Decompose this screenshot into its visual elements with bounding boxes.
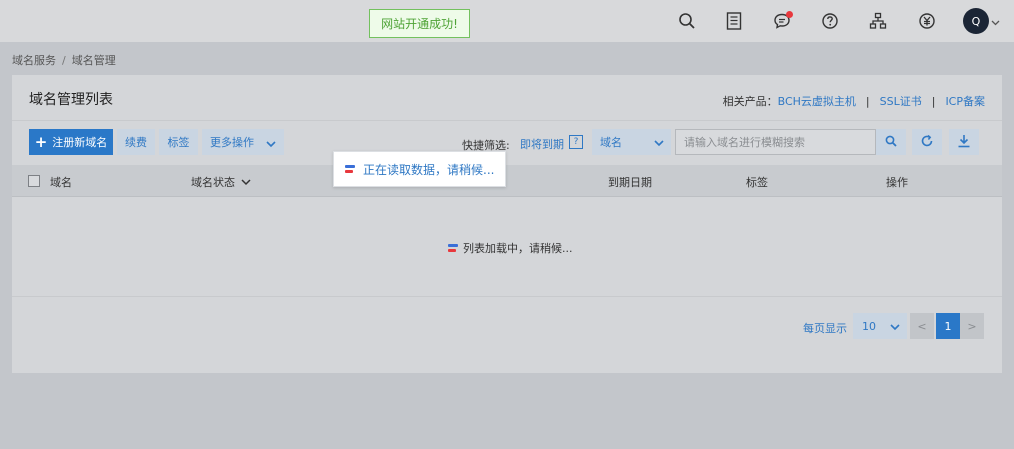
search-icon xyxy=(885,135,897,150)
per-page-value: 10 xyxy=(862,319,876,333)
loading-icon xyxy=(345,165,355,173)
notification-dot xyxy=(786,11,793,18)
link-bch-hosting[interactable]: BCH云虚拟主机 xyxy=(778,93,856,109)
loading-popup: 正在读取数据，请稍候... xyxy=(333,151,506,187)
register-domain-label: 注册新域名 xyxy=(52,136,108,149)
prev-page-button[interactable]: < xyxy=(910,313,934,339)
divider xyxy=(12,296,1002,297)
page-button-current[interactable]: 1 xyxy=(936,313,960,339)
breadcrumb-separator: / xyxy=(62,54,66,67)
download-button[interactable] xyxy=(949,129,979,155)
chevron-down-icon xyxy=(654,137,664,150)
divider xyxy=(12,120,1002,121)
table-header: 域名 域名状态 到期日期 标签 操作 xyxy=(12,165,1002,196)
select-all-checkbox[interactable] xyxy=(28,175,40,187)
avatar[interactable]: Q xyxy=(963,8,989,34)
chevron-down-icon xyxy=(890,321,900,334)
breadcrumb-item-domain-management: 域名管理 xyxy=(71,54,116,67)
next-page-button[interactable]: > xyxy=(960,313,984,339)
network-icon[interactable] xyxy=(867,10,889,32)
column-header-status[interactable]: 域名状态 xyxy=(191,174,251,190)
page-title: 域名管理列表 xyxy=(29,92,113,108)
plus-icon: + xyxy=(34,132,48,151)
loading-icon xyxy=(448,244,458,252)
chevron-down-icon xyxy=(266,138,276,151)
divider xyxy=(12,196,1002,197)
search-field-select-value: 域名 xyxy=(600,136,622,149)
column-header-status-label: 域名状态 xyxy=(191,176,235,189)
column-header-domain: 域名 xyxy=(50,176,72,189)
link-separator: | xyxy=(931,94,936,108)
link-separator: | xyxy=(865,94,870,108)
billing-icon[interactable] xyxy=(916,10,938,32)
top-bar: 网站开通成功! Q xyxy=(0,0,1014,42)
chevron-down-icon[interactable] xyxy=(991,16,1000,29)
domain-list-panel: 域名管理列表 相关产品： BCH云虚拟主机 | SSL证书 | ICP备案 + 注… xyxy=(12,75,1002,373)
link-ssl-certificate[interactable]: SSL证书 xyxy=(880,93,922,109)
help-icon[interactable]: ? xyxy=(569,135,583,149)
renew-button[interactable]: 续费 xyxy=(117,129,155,155)
avatar-letter: Q xyxy=(971,14,981,28)
success-toast: 网站开通成功! xyxy=(369,9,470,38)
link-icp-filing[interactable]: ICP备案 xyxy=(945,93,985,109)
search-icon[interactable] xyxy=(676,10,698,32)
column-header-tags: 标签 xyxy=(746,176,768,189)
search-input[interactable] xyxy=(675,129,876,155)
per-page-select[interactable]: 10 xyxy=(853,313,907,339)
breadcrumb: 域名服务 / 域名管理 xyxy=(12,52,116,68)
column-header-expiry-date: 到期日期 xyxy=(608,176,652,189)
message-icon[interactable] xyxy=(771,10,793,32)
refresh-icon xyxy=(920,134,934,151)
search-field-select[interactable]: 域名 xyxy=(592,129,671,155)
loading-popup-text: 正在读取数据，请稍候... xyxy=(363,162,495,177)
breadcrumb-item-domain-service[interactable]: 域名服务 xyxy=(12,54,56,67)
more-actions-button[interactable]: 更多操作 xyxy=(202,129,284,155)
register-domain-button[interactable]: + 注册新域名 xyxy=(29,129,113,155)
download-icon xyxy=(957,134,971,151)
related-products: 相关产品： BCH云虚拟主机 | SSL证书 | ICP备案 xyxy=(723,93,985,109)
column-header-actions: 操作 xyxy=(886,176,908,189)
tag-button[interactable]: 标签 xyxy=(159,129,198,155)
search-button[interactable] xyxy=(876,129,906,155)
quick-filter-expiring-link[interactable]: 即将到期 xyxy=(520,136,564,152)
refresh-button[interactable] xyxy=(912,129,942,155)
table-loading-message: 列表加载中，请稍候... xyxy=(448,240,573,256)
table-loading-text: 列表加载中，请稍候... xyxy=(463,242,573,255)
more-actions-label: 更多操作 xyxy=(210,136,254,149)
help-icon[interactable] xyxy=(819,10,841,32)
orders-icon[interactable] xyxy=(723,10,745,32)
per-page-label: 每页显示 xyxy=(803,322,847,335)
related-products-label: 相关产品： xyxy=(722,95,778,108)
chevron-down-icon xyxy=(241,176,251,189)
